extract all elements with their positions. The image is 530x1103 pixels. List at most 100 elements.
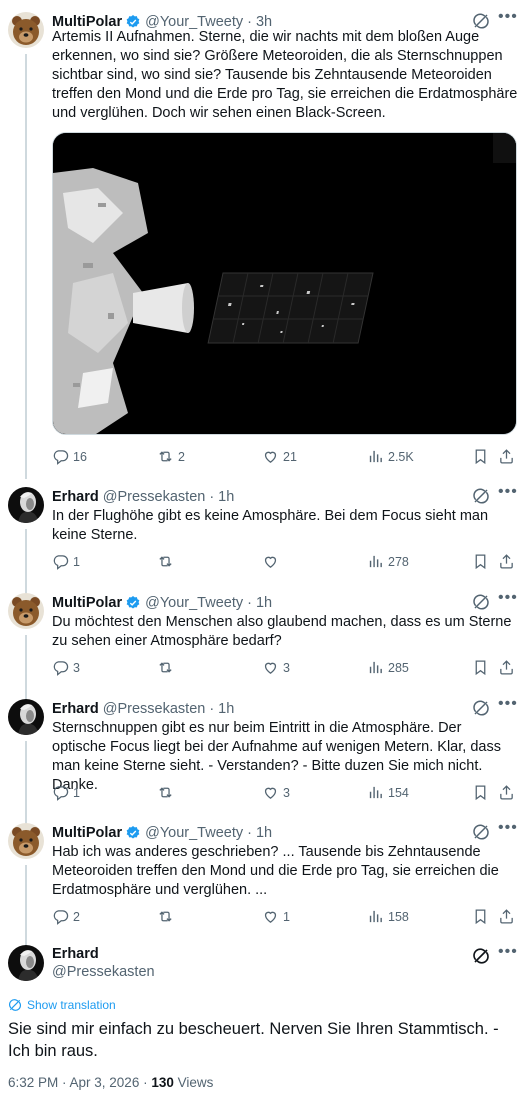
share-button[interactable] [498,908,515,925]
like-icon [262,659,279,676]
bookmark-icon [472,448,489,465]
reply-tweet[interactable]: Erhard @Pressekasten · 1h ••• In der Flu… [0,484,530,594]
tweet-date[interactable]: 6:32 PM · Apr 3, 2026 · [8,1075,151,1090]
views-button[interactable]: 2.5K [367,448,414,465]
share-button[interactable] [498,448,515,465]
views-count: 154 [388,785,409,800]
repost-count: 2 [178,449,185,464]
action-bar: 2 1 158 [52,908,518,928]
thread-line [25,54,27,479]
reply-button[interactable]: 1 [52,784,80,801]
share-button[interactable] [498,553,515,570]
bookmark-button[interactable] [472,908,489,925]
reply-icon [52,448,69,465]
reply-icon [52,784,69,801]
reply-tweet[interactable]: MultiPolar @Your_Tweety · 1h ••• Hab ich… [0,820,530,957]
views-button[interactable]: 278 [367,553,409,570]
avatar[interactable] [8,945,44,981]
bookmark-button[interactable] [472,448,489,465]
more-icon[interactable]: ••• [498,820,517,841]
views-icon [367,448,384,465]
author-name[interactable]: Erhard [52,946,155,962]
like-count: 1 [283,909,290,924]
more-icon[interactable]: ••• [498,484,517,505]
avatar[interactable] [8,487,44,523]
share-icon [498,784,515,801]
grok-icon[interactable] [472,823,490,841]
more-icon[interactable]: ••• [498,944,517,965]
reply-tweet[interactable]: Erhard @Pressekasten · 1h ••• Sternschnu… [0,696,530,826]
timestamp[interactable]: 1h [256,825,272,841]
grok-icon[interactable] [472,699,490,717]
show-translation-link[interactable]: Show translation [8,998,116,1012]
grok-icon[interactable] [472,593,490,611]
reply-button[interactable]: 2 [52,908,80,925]
tweet-header: Erhard @Pressekasten · 1h [52,487,234,507]
reply-icon [52,553,69,570]
like-button[interactable]: 1 [262,908,290,925]
views-icon [367,553,384,570]
like-button[interactable] [262,553,283,570]
bookmark-icon [472,553,489,570]
tweet-text: Du möchtest den Menschen also glaubend m… [52,614,512,649]
bookmark-button[interactable] [472,784,489,801]
repost-button[interactable] [157,553,178,570]
bookmark-button[interactable] [472,553,489,570]
views-button[interactable]: 154 [367,784,409,801]
avatar[interactable] [8,593,44,629]
repost-button[interactable]: 2 [157,448,185,465]
author-handle[interactable]: @Your_Tweety [145,825,243,841]
share-button[interactable] [498,784,515,801]
like-button[interactable]: 21 [262,448,297,465]
author-handle[interactable]: @Pressekasten [103,701,206,717]
repost-button[interactable] [157,659,178,676]
repost-button[interactable] [157,908,178,925]
repost-icon [157,553,174,570]
views-button[interactable]: 285 [367,659,409,676]
timestamp[interactable]: 1h [218,489,234,505]
like-icon [262,553,279,570]
separator-dot: · [209,701,215,717]
author-name[interactable]: Erhard [52,701,99,717]
like-button[interactable]: 3 [262,659,290,676]
like-icon [262,908,279,925]
avatar[interactable] [8,823,44,859]
author-name[interactable]: Erhard [52,489,99,505]
author-name[interactable]: MultiPolar [52,595,122,611]
tweet-header: Erhard @Pressekasten · 1h [52,699,234,719]
grok-icon[interactable] [472,947,490,965]
tweet-header: MultiPolar @Your_Tweety · 1h [52,823,272,843]
tweet-media-image[interactable] [52,132,517,435]
reply-button[interactable]: 16 [52,448,87,465]
repost-icon [157,908,174,925]
separator-dot: · [209,489,215,505]
main-tweet-text: Sie sind mir einfach zu bescheuert. Nerv… [8,1020,499,1060]
more-icon[interactable]: ••• [498,590,517,611]
reply-tweet[interactable]: MultiPolar @Your_Tweety · 3h ••• Artemis… [0,9,530,479]
views-button[interactable]: 158 [367,908,409,925]
reply-tweet[interactable]: MultiPolar @Your_Tweety · 1h ••• Du möch… [0,590,530,700]
reply-button[interactable]: 1 [52,553,80,570]
more-icon[interactable]: ••• [498,696,517,717]
thread-line [25,741,27,826]
timestamp[interactable]: 1h [218,701,234,717]
author-handle[interactable]: @Pressekasten [103,489,206,505]
like-count: 3 [283,785,290,800]
verified-icon [125,825,141,841]
action-bar: 3 3 285 [52,659,518,679]
like-button[interactable]: 3 [262,784,290,801]
avatar[interactable] [8,699,44,735]
grok-icon[interactable] [472,487,490,505]
share-button[interactable] [498,659,515,676]
views-label: Views [173,1075,214,1090]
like-count: 3 [283,660,290,675]
avatar[interactable] [8,12,44,48]
author-name[interactable]: MultiPolar [52,825,122,841]
repost-button[interactable] [157,784,178,801]
author-handle[interactable]: @Pressekasten [52,964,155,980]
reply-button[interactable]: 3 [52,659,80,676]
bookmark-button[interactable] [472,659,489,676]
verified-icon [125,595,141,611]
timestamp[interactable]: 1h [256,595,272,611]
author-handle[interactable]: @Your_Tweety [145,595,243,611]
